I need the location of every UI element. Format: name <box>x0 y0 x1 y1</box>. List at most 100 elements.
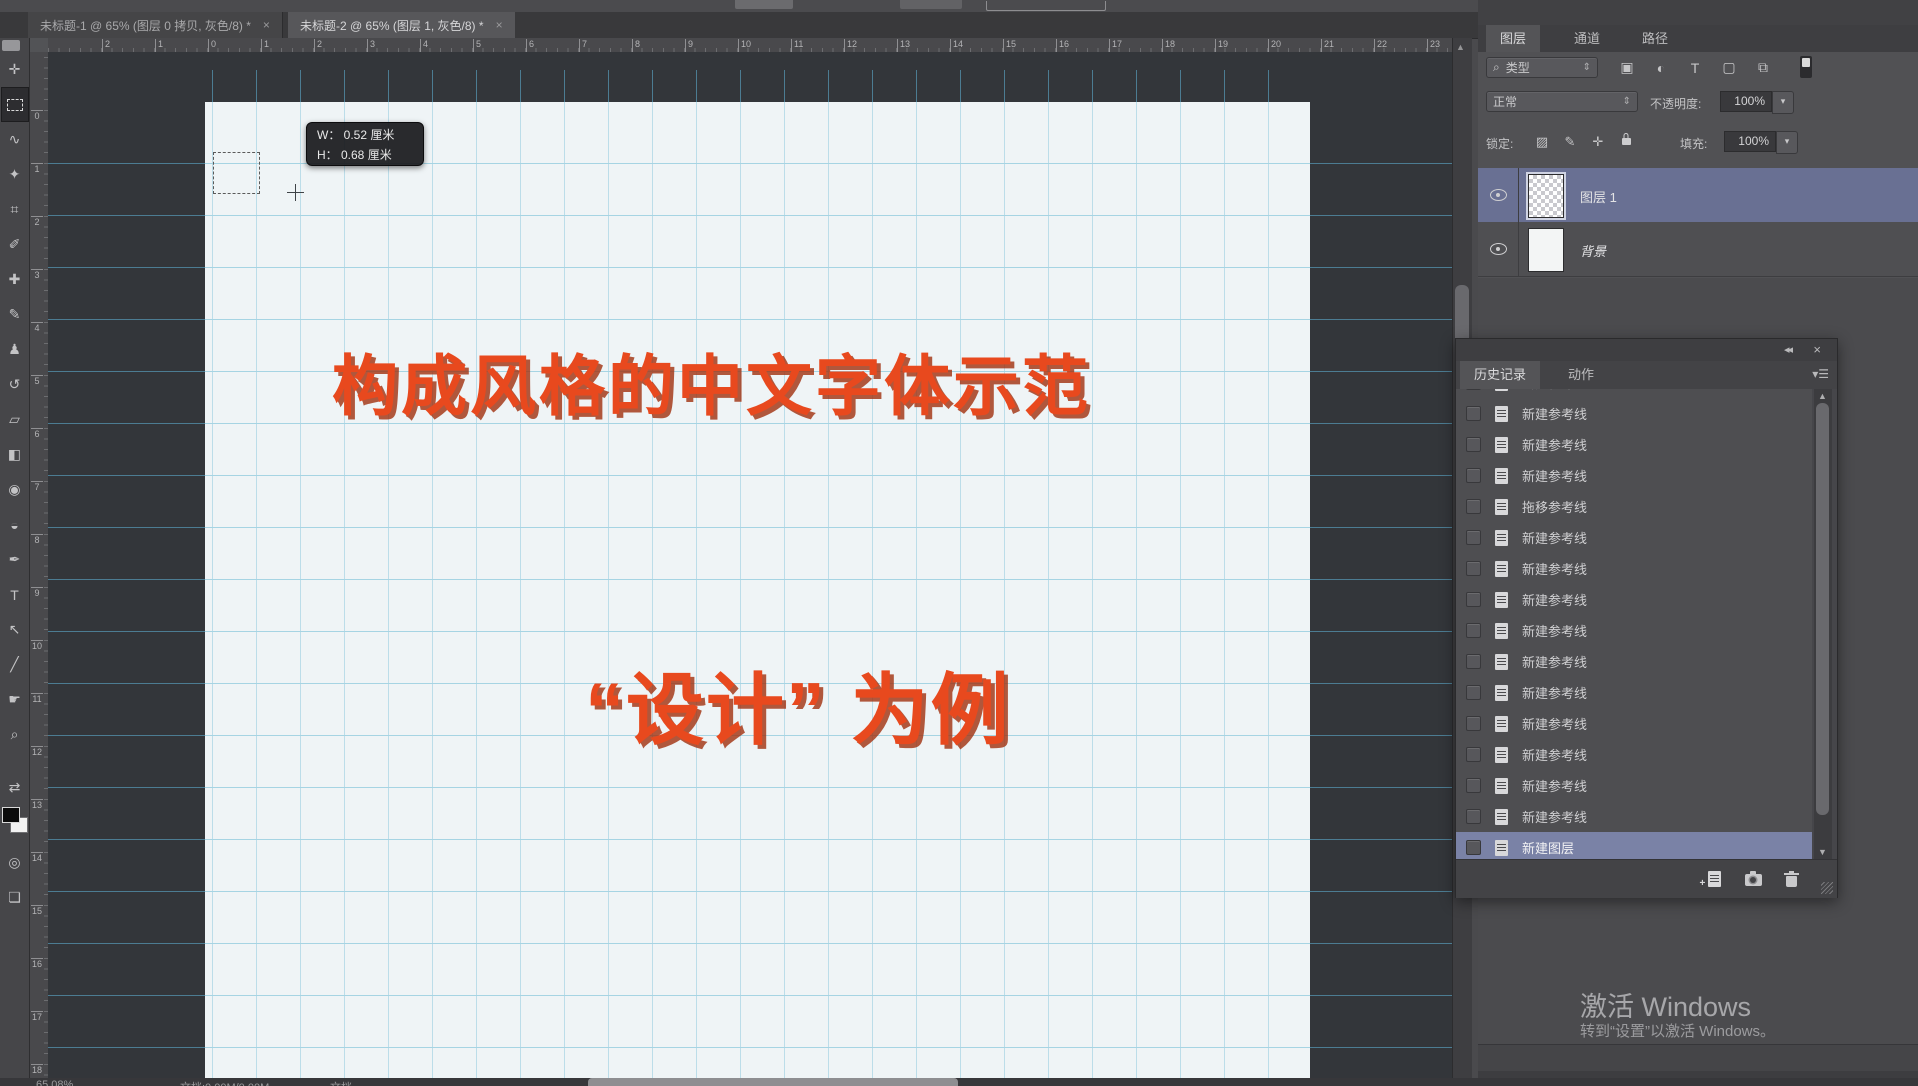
blur-tool-icon[interactable]: ◉ <box>1 472 29 507</box>
layer-row-layer-1[interactable]: 图层 1 <box>1478 168 1918 223</box>
move-tool-icon[interactable]: ✛ <box>1 52 29 87</box>
dodge-tool-icon[interactable]: ◒ <box>1 507 29 542</box>
rectangular-marquee-tool-icon[interactable] <box>0 87 29 122</box>
lock-position-icon[interactable]: ✛ <box>1586 131 1610 152</box>
history-source-checkbox[interactable] <box>1466 468 1481 483</box>
close-panel-icon[interactable]: × <box>1813 342 1821 357</box>
layer-filter-toggle[interactable] <box>1800 56 1812 78</box>
gradient-tool-icon[interactable]: ◧ <box>1 437 29 472</box>
crop-tool-icon[interactable]: ⌗ <box>1 192 29 227</box>
history-source-checkbox[interactable] <box>1466 654 1481 669</box>
eyedropper-tool-icon[interactable]: ✐ <box>1 227 29 262</box>
zoom-tool-icon[interactable]: ⌕ <box>1 717 29 752</box>
document-tab-untitled-2[interactable]: 未标题-2 @ 65% (图层 1, 灰色/8) * × <box>288 12 515 38</box>
eraser-tool-icon[interactable]: ▱ <box>1 402 29 437</box>
pen-tool-icon[interactable]: ✒ <box>1 542 29 577</box>
scroll-up-icon[interactable]: ▲ <box>1818 391 1827 401</box>
lock-transparent-pixels-icon[interactable]: ▨ <box>1530 131 1554 152</box>
scroll-down-icon[interactable]: ▼ <box>1818 847 1827 857</box>
history-source-checkbox[interactable] <box>1466 778 1481 793</box>
history-source-checkbox[interactable] <box>1466 499 1481 514</box>
horizontal-ruler[interactable]: 2 1 0 1 2 3 4 5 6 7 8 9 10 11 12 13 14 15 16 17 18 19 20 21 22 23 <box>48 38 1452 53</box>
history-state-row[interactable]: 新建参考线 <box>1456 398 1812 430</box>
history-state-row[interactable]: 新建参考线 <box>1456 553 1812 585</box>
history-source-checkbox[interactable] <box>1466 685 1481 700</box>
filter-type-layers-icon[interactable]: T <box>1682 57 1708 78</box>
history-brush-tool-icon[interactable]: ↺ <box>1 367 29 402</box>
foreground-color-swatch[interactable] <box>1 807 20 823</box>
history-source-checkbox[interactable] <box>1466 437 1481 452</box>
layer-name[interactable]: 图层 1 <box>1580 187 1617 206</box>
collapse-panel-icon[interactable]: ◂◂ <box>1784 343 1793 356</box>
history-source-checkbox[interactable] <box>1466 530 1481 545</box>
clone-stamp-tool-icon[interactable]: ♟ <box>1 332 29 367</box>
delete-state-icon[interactable] <box>1778 868 1804 890</box>
blend-mode-select[interactable]: 正常 ⇕ <box>1486 91 1638 112</box>
filter-smart-objects-icon[interactable]: ⧉ <box>1750 57 1776 78</box>
fill-dropdown-icon[interactable]: ▾ <box>1776 131 1798 154</box>
tab-channels[interactable]: 通道 <box>1560 25 1614 52</box>
filter-pixel-layers-icon[interactable]: ▣ <box>1614 57 1640 78</box>
history-source-checkbox[interactable] <box>1466 747 1481 762</box>
layer-thumbnail[interactable] <box>1528 228 1564 272</box>
vertical-ruler[interactable]: 0 1 2 3 4 5 6 7 8 9 10 11 12 13 14 15 16 17 18 <box>30 52 49 1086</box>
screen-mode-icon[interactable]: ❏ <box>1 880 29 915</box>
panel-resize-grip[interactable] <box>1821 882 1833 894</box>
history-source-checkbox[interactable] <box>1466 561 1481 576</box>
history-state-row[interactable]: 新建参考线 <box>1456 708 1812 740</box>
visibility-toggle[interactable] <box>1478 222 1519 276</box>
document-area[interactable]: 构成风格的中文字体示范 “设计” 为例 W： 0.52 厘米 H： 0.68 厘… <box>48 52 1452 1078</box>
layer-thumbnail[interactable] <box>1526 172 1566 220</box>
quick-selection-tool-icon[interactable]: ✦ <box>1 157 29 192</box>
history-state-row[interactable]: 新建参考线 <box>1456 615 1812 647</box>
history-source-checkbox[interactable] <box>1466 716 1481 731</box>
opacity-value[interactable]: 100% <box>1720 91 1772 112</box>
history-state-row[interactable]: 新建参考线 <box>1456 739 1812 771</box>
history-source-checkbox[interactable] <box>1466 809 1481 824</box>
history-state-row[interactable]: 新建参考线 <box>1456 770 1812 802</box>
opacity-dropdown-icon[interactable]: ▾ <box>1772 91 1794 114</box>
history-state-row[interactable]: 新建参考线 <box>1456 646 1812 678</box>
line-tool-icon[interactable]: ╱ <box>1 647 29 682</box>
history-state-row[interactable]: 拖移参考线 <box>1456 491 1812 523</box>
layer-row-background[interactable]: 背景 <box>1478 222 1918 277</box>
horizontal-scrollbar-thumb[interactable] <box>588 1078 958 1086</box>
panel-menu-icon[interactable]: ▾☰ <box>1812 367 1829 381</box>
lock-image-pixels-icon[interactable]: ✎ <box>1558 131 1582 152</box>
history-state-row[interactable]: 新建参考线 <box>1456 522 1812 554</box>
canvas[interactable] <box>205 102 1310 1078</box>
history-state-row[interactable]: 新建参考线 <box>1456 429 1812 461</box>
layer-name[interactable]: 背景 <box>1580 241 1606 260</box>
path-selection-tool-icon[interactable]: ↖ <box>1 612 29 647</box>
history-scrollbar-thumb[interactable] <box>1816 403 1829 815</box>
visibility-toggle[interactable] <box>1478 168 1519 222</box>
filter-shape-layers-icon[interactable]: ▢ <box>1716 57 1742 78</box>
fill-value[interactable]: 100% <box>1724 131 1776 152</box>
close-tab-icon[interactable]: × <box>261 18 272 32</box>
tab-paths[interactable]: 路径 <box>1628 25 1682 52</box>
history-panel-titlebar[interactable]: ◂◂ × <box>1456 339 1837 362</box>
healing-brush-tool-icon[interactable]: ✚ <box>1 262 29 297</box>
quick-mask-icon[interactable]: ◎ <box>1 845 29 880</box>
new-document-from-state-icon[interactable] <box>1694 868 1721 890</box>
tab-history[interactable]: 历史记录 <box>1460 361 1541 389</box>
layer-filter-select[interactable]: ⌕ 类型 ⇕ <box>1486 57 1598 78</box>
selection-marquee[interactable] <box>213 152 260 194</box>
swap-colors-icon[interactable]: ⇄ <box>1 770 29 805</box>
tab-actions[interactable]: 动作 <box>1554 361 1608 389</box>
scroll-up-icon[interactable]: ▲ <box>1456 42 1465 52</box>
brush-tool-icon[interactable]: ✎ <box>1 297 29 332</box>
lasso-tool-icon[interactable]: ∿ <box>1 122 29 157</box>
history-source-checkbox[interactable] <box>1466 623 1481 638</box>
history-state-row[interactable]: 新建图层 <box>1456 832 1812 859</box>
close-tab-icon[interactable]: × <box>494 18 505 32</box>
document-tab-untitled-1[interactable]: 未标题-1 @ 65% (图层 0 拷贝, 灰色/8) * × <box>28 12 283 38</box>
tab-layers[interactable]: 图层 <box>1486 25 1541 52</box>
history-state-row[interactable]: 新建参考线 <box>1456 801 1812 833</box>
hand-tool-icon[interactable]: ☛ <box>1 682 29 717</box>
history-source-checkbox[interactable] <box>1466 389 1481 390</box>
history-source-checkbox[interactable] <box>1466 406 1481 421</box>
history-state-row[interactable]: 新建参考线 <box>1456 584 1812 616</box>
filter-adjustment-layers-icon[interactable]: ◐ <box>1648 57 1674 78</box>
history-scrollbar[interactable]: ▲ ▼ <box>1814 389 1832 859</box>
